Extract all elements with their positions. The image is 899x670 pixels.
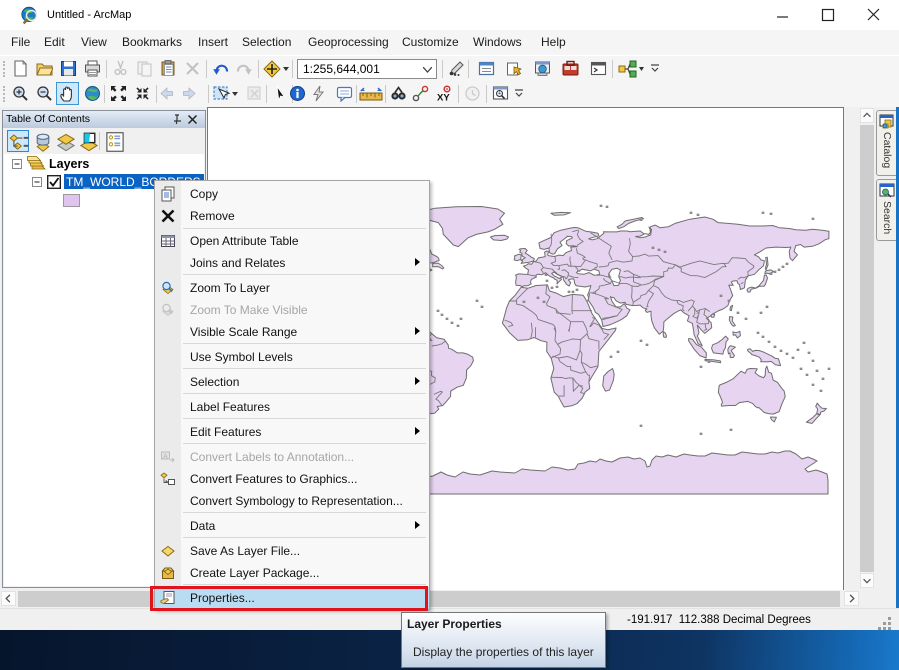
svg-text:A: A <box>163 454 168 461</box>
svg-text:XY: XY <box>437 93 450 103</box>
